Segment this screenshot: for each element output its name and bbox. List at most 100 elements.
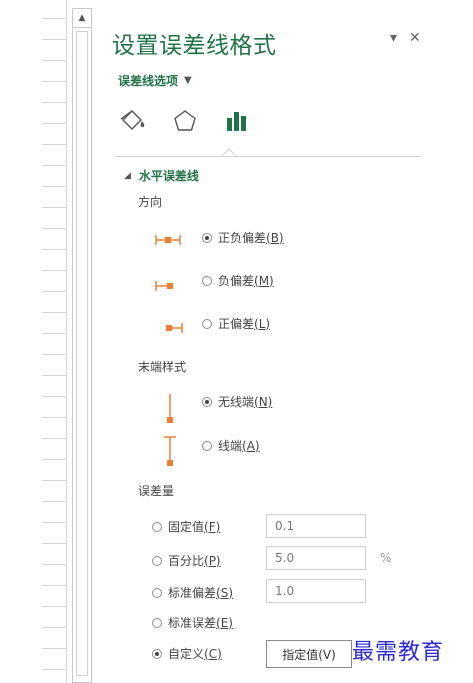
grid-row-line bbox=[42, 333, 66, 334]
radio-indicator bbox=[202, 396, 212, 407]
grid-row-line bbox=[42, 375, 66, 376]
direction-plus-label: 正偏差 bbox=[218, 317, 255, 331]
fixed-value-label: 固定值 bbox=[168, 520, 205, 534]
grid-row-line bbox=[42, 417, 66, 418]
grid-row-line bbox=[42, 207, 66, 208]
cap-label: 线端 bbox=[218, 439, 243, 453]
percentage-label: 百分比 bbox=[168, 554, 205, 568]
std-dev-input[interactable]: 1.0 bbox=[266, 579, 366, 603]
chevron-down-icon: ▼ bbox=[184, 75, 192, 86]
percentage-radio[interactable]: 百分比 (P) bbox=[152, 552, 221, 569]
grid-row-line bbox=[42, 123, 66, 124]
pentagon-icon bbox=[174, 110, 196, 131]
std-dev-radio[interactable]: 标准偏差 (S) bbox=[152, 584, 233, 601]
grid-row-line bbox=[42, 627, 66, 628]
radio-indicator bbox=[152, 521, 162, 532]
spreadsheet-grid bbox=[0, 0, 70, 683]
radio-indicator bbox=[152, 587, 162, 598]
end-style-cap-radio[interactable]: 线端 (A) bbox=[202, 437, 260, 454]
paint-bucket-icon bbox=[120, 110, 145, 130]
error-amount-label: 误差量 bbox=[138, 484, 175, 498]
radio-indicator bbox=[152, 555, 162, 566]
close-icon[interactable]: ✕ bbox=[409, 30, 421, 46]
grid-row-line bbox=[42, 522, 66, 523]
pane-menu-icon[interactable]: ▾ bbox=[390, 30, 397, 46]
fixed-value-key: (F) bbox=[204, 519, 221, 534]
direction-minus-label: 负偏差 bbox=[218, 274, 255, 288]
minus-error-bar-icon bbox=[155, 281, 173, 291]
grid-row-line bbox=[42, 501, 66, 502]
grid-row-line bbox=[42, 312, 66, 313]
radio-indicator bbox=[202, 440, 212, 451]
vertical-scrollbar[interactable]: ▲ bbox=[72, 8, 92, 683]
section-title: 水平误差线 bbox=[138, 169, 199, 183]
direction-minus-radio[interactable]: 负偏差 (M) bbox=[202, 272, 274, 289]
end-style-no-cap-radio[interactable]: 无线端 (N) bbox=[202, 393, 272, 410]
std-error-label: 标准误差 bbox=[168, 616, 217, 630]
std-error-radio[interactable]: 标准误差 (E) bbox=[152, 614, 233, 631]
no-cap-icon bbox=[167, 394, 173, 423]
grid-row-line bbox=[42, 585, 66, 586]
grid-row-line bbox=[42, 438, 66, 439]
both-error-bar-icon bbox=[155, 235, 181, 245]
grid-row-line bbox=[42, 165, 66, 166]
grid-row-line bbox=[42, 39, 66, 40]
percentage-input[interactable]: 5.0 bbox=[266, 546, 366, 570]
options-dropdown-label: 误差线选项 bbox=[118, 74, 179, 88]
custom-label: 自定义 bbox=[168, 647, 205, 661]
radio-indicator bbox=[202, 318, 212, 329]
cap-key: (A) bbox=[242, 438, 260, 453]
grid-row-line bbox=[42, 291, 66, 292]
direction-minus-key: (M) bbox=[254, 273, 274, 288]
grid-row-line bbox=[42, 60, 66, 61]
grid-row-line bbox=[42, 543, 66, 544]
direction-label: 方向 bbox=[138, 195, 163, 209]
error-bar-options-dropdown[interactable]: 误差线选项 ▼ bbox=[118, 72, 192, 89]
radio-indicator bbox=[152, 648, 162, 659]
tab-divider bbox=[115, 156, 421, 157]
tab-error-bar-options[interactable] bbox=[222, 106, 252, 136]
direction-both-key: (B) bbox=[266, 230, 284, 245]
format-error-bars-pane: 设置误差线格式 ▾ ✕ 误差线选项 ▼ ◢ 水平误差线 方向 正负偏差 (B) … bbox=[100, 0, 473, 683]
direction-plus-key: (L) bbox=[254, 316, 271, 331]
grid-row-line bbox=[42, 81, 66, 82]
scroll-track[interactable] bbox=[76, 31, 88, 676]
grid-row-line bbox=[42, 564, 66, 565]
grid-row-line bbox=[42, 228, 66, 229]
grid-row-line bbox=[42, 459, 66, 460]
cap-icon bbox=[164, 436, 176, 466]
watermark: 最需教育 bbox=[352, 640, 445, 665]
no-cap-label: 无线端 bbox=[218, 395, 255, 409]
radio-indicator bbox=[152, 617, 162, 628]
std-error-key: (E) bbox=[216, 615, 233, 630]
specify-value-button[interactable]: 指定值(V) bbox=[266, 640, 352, 668]
direction-plus-radio[interactable]: 正偏差 (L) bbox=[202, 315, 270, 332]
bar-chart-icon bbox=[227, 112, 246, 131]
tab-fill-line[interactable] bbox=[118, 106, 148, 136]
grid-row-line bbox=[42, 18, 66, 19]
grid-row-line bbox=[42, 669, 66, 670]
std-dev-label: 标准偏差 bbox=[168, 586, 217, 600]
grid-row-line bbox=[42, 396, 66, 397]
radio-indicator bbox=[202, 275, 212, 286]
section-horizontal-error-bars[interactable]: ◢ 水平误差线 bbox=[124, 167, 199, 184]
scroll-up-icon[interactable]: ▲ bbox=[73, 9, 91, 28]
plus-error-bar-icon bbox=[166, 323, 183, 333]
percent-unit: % bbox=[380, 551, 392, 565]
percentage-key: (P) bbox=[204, 553, 221, 568]
tab-effects[interactable] bbox=[170, 106, 200, 136]
fixed-value-radio[interactable]: 固定值 (F) bbox=[152, 518, 220, 535]
grid-row-line bbox=[42, 648, 66, 649]
grid-row-line bbox=[42, 270, 66, 271]
grid-row-line bbox=[42, 144, 66, 145]
pane-title: 设置误差线格式 bbox=[112, 33, 277, 59]
custom-key: (C) bbox=[204, 646, 222, 661]
direction-both-radio[interactable]: 正负偏差 (B) bbox=[202, 229, 284, 246]
grid-row-line bbox=[42, 186, 66, 187]
grid-row-line bbox=[42, 249, 66, 250]
custom-radio[interactable]: 自定义 (C) bbox=[152, 645, 222, 662]
grid-row-line bbox=[42, 480, 66, 481]
grid-row-line bbox=[42, 606, 66, 607]
end-style-label: 末端样式 bbox=[138, 360, 187, 374]
fixed-value-input[interactable]: 0.1 bbox=[266, 514, 366, 538]
